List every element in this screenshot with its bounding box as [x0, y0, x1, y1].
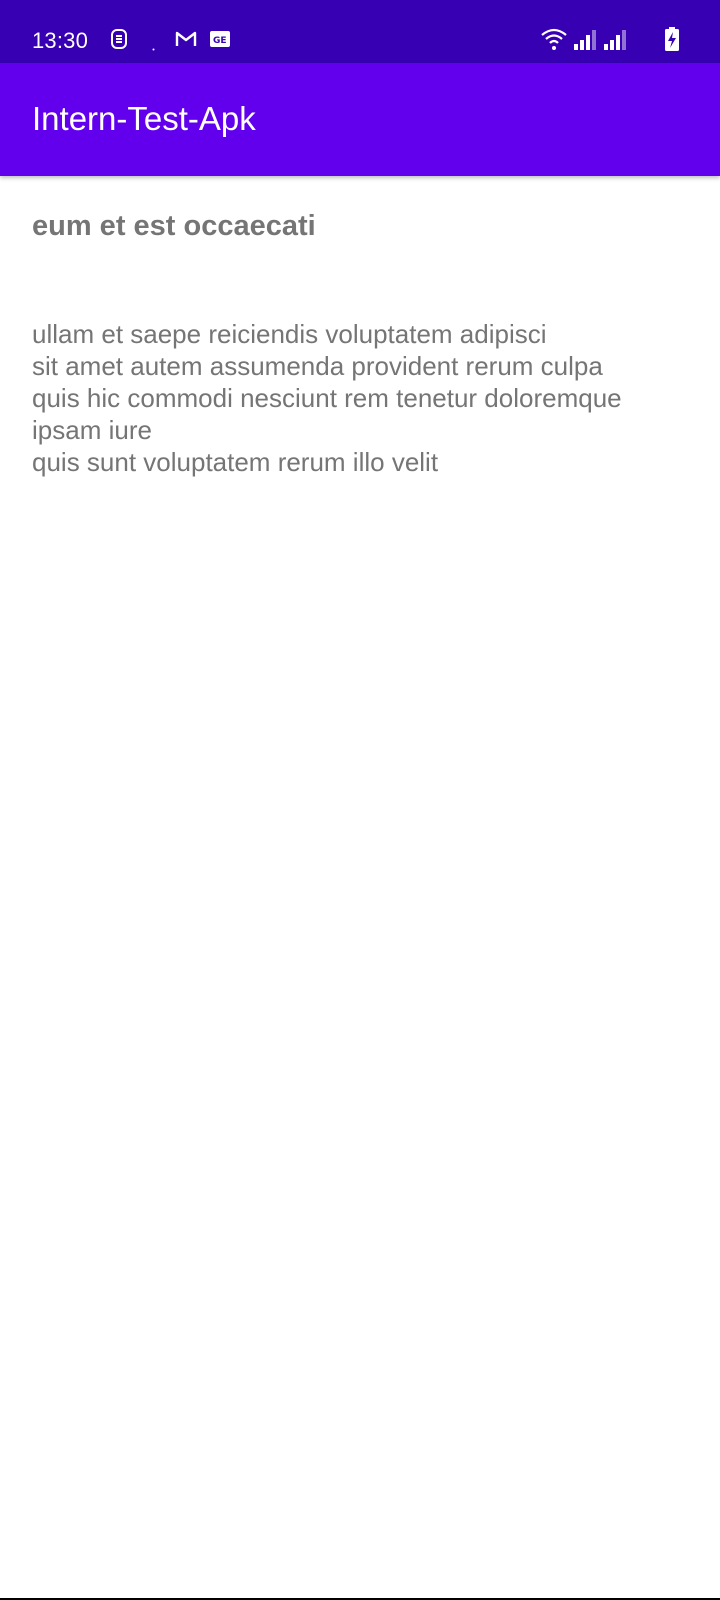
status-time: 13:30 — [32, 28, 89, 53]
sim-notification-icon — [110, 29, 128, 54]
post-body: ullam et saepe reiciendis voluptatem adi… — [32, 319, 622, 477]
gmail-icon — [175, 30, 197, 53]
status-bar: 13:30 GE — [0, 0, 720, 63]
dot-icon — [152, 38, 155, 56]
app-bar: Intern-Test-Apk — [0, 63, 720, 176]
post-detail: eum et est occaecati ullam et saepe reic… — [32, 208, 692, 478]
battery-charging-icon — [664, 27, 680, 56]
signal-icon — [604, 30, 628, 55]
wifi-icon — [540, 27, 568, 56]
svg-text:GE: GE — [213, 36, 227, 46]
app-title: Intern-Test-Apk — [32, 100, 256, 137]
signal-icon — [574, 30, 598, 55]
screen: 13:30 GE Intern-Test-Apk eum et est occa… — [0, 0, 720, 1600]
news-icon: GE — [210, 31, 230, 52]
post-title: eum et est occaecati — [32, 210, 316, 242]
